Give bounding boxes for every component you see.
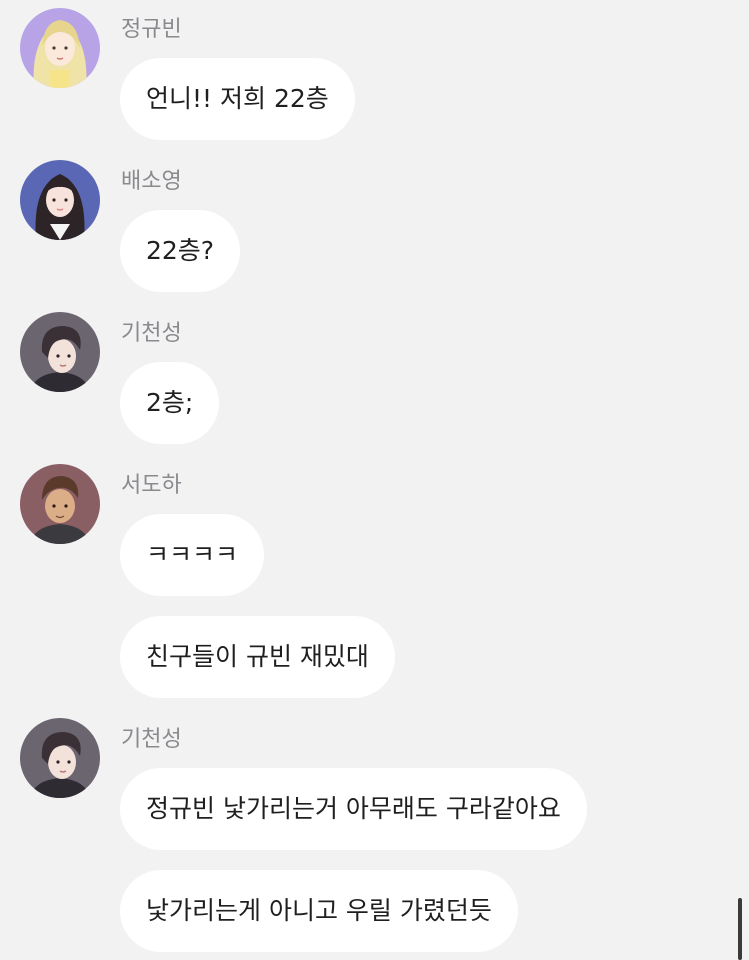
message-bubble[interactable]: 2층; (120, 362, 220, 444)
message-bubble[interactable]: 낯가리는게 아니고 우릴 가렸던듯 (120, 870, 518, 952)
sender-name: 서도하 (121, 473, 182, 498)
avatar-cheonseong[interactable] (20, 312, 100, 392)
chat-thread: 정규빈 언니!! 저희 22층 배소영 22층? 기천성 2층; 서도하 ㅋㅋㅋ… (0, 0, 749, 960)
sender-name: 배소영 (121, 169, 182, 194)
avatar-doha[interactable] (20, 464, 100, 544)
avatar-cheonseong-image (20, 312, 100, 392)
avatar-cheonseong[interactable] (20, 718, 100, 798)
message-bubble[interactable]: ㅋㅋㅋㅋ (120, 514, 265, 596)
message-bubble[interactable]: 정규빈 낯가리는거 아무래도 구라같아요 (120, 768, 587, 850)
avatar-gyubin[interactable] (20, 8, 100, 88)
scrollbar[interactable] (738, 898, 742, 960)
message-bubble[interactable]: 22층? (120, 210, 241, 292)
avatar-soyoung[interactable] (20, 160, 100, 240)
sender-name: 정규빈 (121, 17, 182, 42)
avatar-doha-image (20, 464, 100, 544)
avatar-soyoung-image (20, 160, 100, 240)
sender-name: 기천성 (121, 321, 182, 346)
sender-name: 기천성 (121, 727, 182, 752)
avatar-cheonseong-image (20, 718, 100, 798)
message-bubble[interactable]: 친구들이 규빈 재밌대 (120, 616, 395, 698)
message-bubble[interactable]: 언니!! 저희 22층 (120, 58, 355, 140)
avatar-gyubin-image (20, 8, 100, 88)
